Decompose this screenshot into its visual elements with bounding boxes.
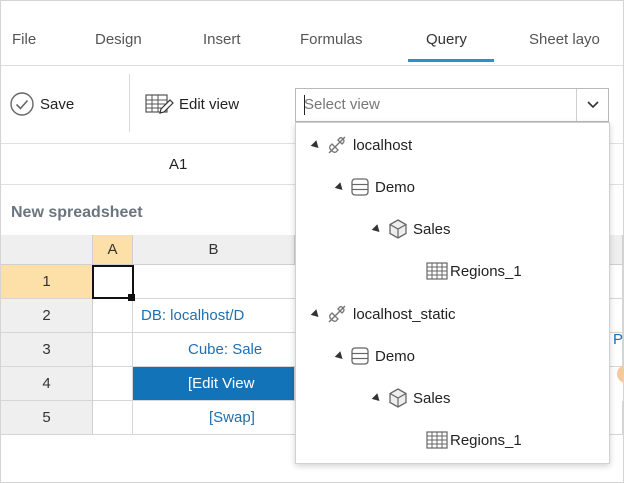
cell-a3[interactable]: [93, 333, 133, 367]
menu-bar: File Design Insert Formulas Query Sheet …: [1, 1, 623, 66]
check-circle-icon: [9, 91, 35, 117]
cell-a4[interactable]: [93, 367, 133, 401]
text-caret: [304, 95, 305, 115]
cell-overflow-text: Pi: [613, 331, 624, 348]
app-window: File Design Insert Formulas Query Sheet …: [0, 0, 624, 483]
tree-node-sales[interactable]: Sales: [371, 216, 451, 242]
database-icon: [350, 177, 370, 197]
toolbar-separator: [129, 74, 130, 132]
tab-query[interactable]: Query: [426, 31, 467, 48]
tree-label: Sales: [413, 389, 451, 407]
database-icon: [350, 346, 370, 366]
tab-sheet-layout[interactable]: Sheet layo: [529, 31, 600, 48]
cell-a5[interactable]: [93, 401, 133, 435]
tree-node-regions-1[interactable]: Regions_1: [426, 427, 522, 453]
select-view-placeholder: Select view: [304, 96, 380, 113]
expand-triangle-icon[interactable]: [310, 139, 322, 151]
expand-triangle-icon[interactable]: [371, 392, 383, 404]
sheet-title: New spreadsheet: [11, 204, 143, 221]
row-header-5[interactable]: 5: [1, 401, 93, 435]
table-icon: [426, 260, 448, 282]
tree-label: Sales: [413, 220, 451, 238]
tree-node-demo[interactable]: Demo: [334, 174, 416, 200]
connection-icon: [326, 134, 348, 156]
expand-triangle-icon[interactable]: [310, 308, 322, 320]
tree-node-localhost-static[interactable]: localhost_static: [310, 301, 456, 327]
tree-node-regions-1[interactable]: Regions_1: [426, 258, 522, 284]
tree-node-demo[interactable]: Demo: [334, 343, 416, 369]
save-button[interactable]: Save: [9, 88, 74, 120]
active-tab-indicator: [408, 59, 494, 62]
expand-triangle-icon[interactable]: [371, 223, 383, 235]
edit-table-icon: [144, 91, 174, 117]
fill-handle[interactable]: [128, 294, 135, 301]
cell-b4[interactable]: [Edit View: [133, 367, 295, 401]
tree-label: Regions_1: [450, 431, 522, 449]
tree-label: localhost: [353, 136, 413, 154]
expand-triangle-icon[interactable]: [334, 181, 346, 193]
column-header-a[interactable]: A: [93, 235, 133, 265]
chevron-down-icon[interactable]: [576, 89, 608, 121]
cell-a2[interactable]: [93, 299, 133, 333]
cube-icon: [387, 387, 409, 409]
column-header-b[interactable]: B: [133, 235, 295, 265]
edit-view-label: Edit view: [179, 95, 240, 113]
select-view-dropdown[interactable]: Select view: [295, 88, 609, 122]
row-header-4[interactable]: 4: [1, 367, 93, 401]
tree-label: Regions_1: [450, 262, 522, 280]
tree-label: Demo: [375, 347, 416, 365]
edit-view-button[interactable]: Edit view: [144, 88, 239, 120]
tree-label: localhost_static: [353, 305, 456, 323]
tab-design[interactable]: Design: [95, 31, 142, 48]
connection-icon: [326, 303, 348, 325]
tab-file[interactable]: File: [12, 31, 36, 48]
view-tree-dropdown: localhost Demo Sales Regions_1 localhost…: [295, 122, 610, 464]
row-header-2[interactable]: 2: [1, 299, 93, 333]
tab-insert[interactable]: Insert: [203, 31, 241, 48]
tree-node-sales[interactable]: Sales: [371, 385, 451, 411]
tree-node-localhost[interactable]: localhost: [310, 132, 413, 158]
tree-label: Demo: [375, 178, 416, 196]
expand-triangle-icon[interactable]: [334, 350, 346, 362]
select-all-corner[interactable]: [1, 235, 93, 265]
row-header-3[interactable]: 3: [1, 333, 93, 367]
table-icon: [426, 429, 448, 451]
row-header-1[interactable]: 1: [1, 265, 93, 299]
save-label: Save: [40, 95, 75, 113]
tab-formulas[interactable]: Formulas: [300, 31, 363, 48]
cell-reference[interactable]: A1: [169, 156, 187, 173]
cube-icon: [387, 218, 409, 240]
